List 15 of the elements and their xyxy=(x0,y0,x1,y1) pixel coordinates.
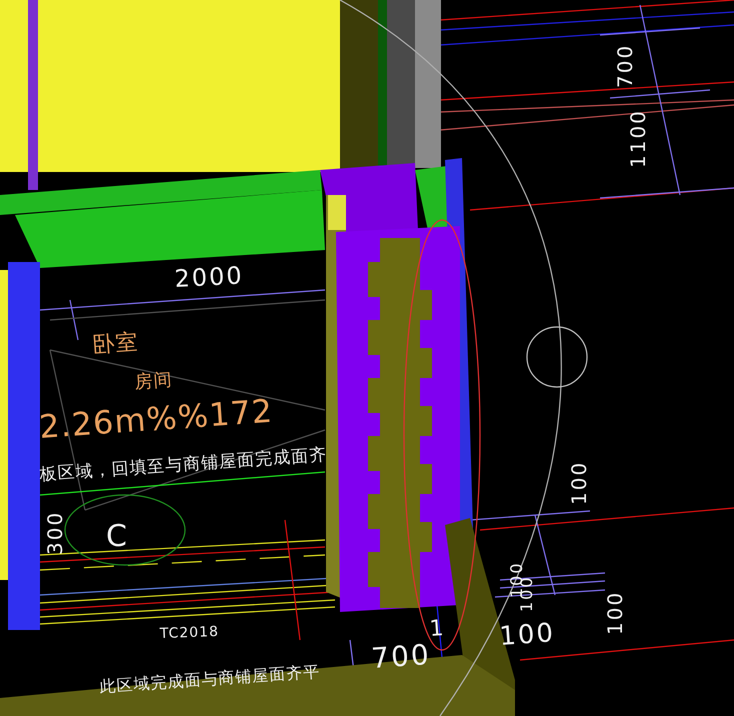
note-text: 板区域，回填至与商铺屋面完成面齐 xyxy=(38,444,328,485)
dimension-text: 100 xyxy=(498,618,556,652)
dimension-text: 2000 xyxy=(174,261,244,293)
window-label: TC2018 xyxy=(160,624,220,642)
room-label: 房间 xyxy=(134,369,174,393)
dimension-text: 1100 xyxy=(626,109,650,168)
dimension-text: 300 xyxy=(43,510,67,555)
dimension-text: 100 xyxy=(567,460,591,505)
dimension-text: 700 xyxy=(613,44,637,88)
room-area-text: 2.26m%%172 xyxy=(38,392,274,446)
dimension-text: 100 xyxy=(603,590,627,635)
grid-label: C xyxy=(106,519,128,554)
note-text: 此区域完成面与商铺屋面齐平 xyxy=(98,662,321,696)
room-name: 卧室 xyxy=(92,330,140,358)
circle-marker xyxy=(526,326,588,388)
